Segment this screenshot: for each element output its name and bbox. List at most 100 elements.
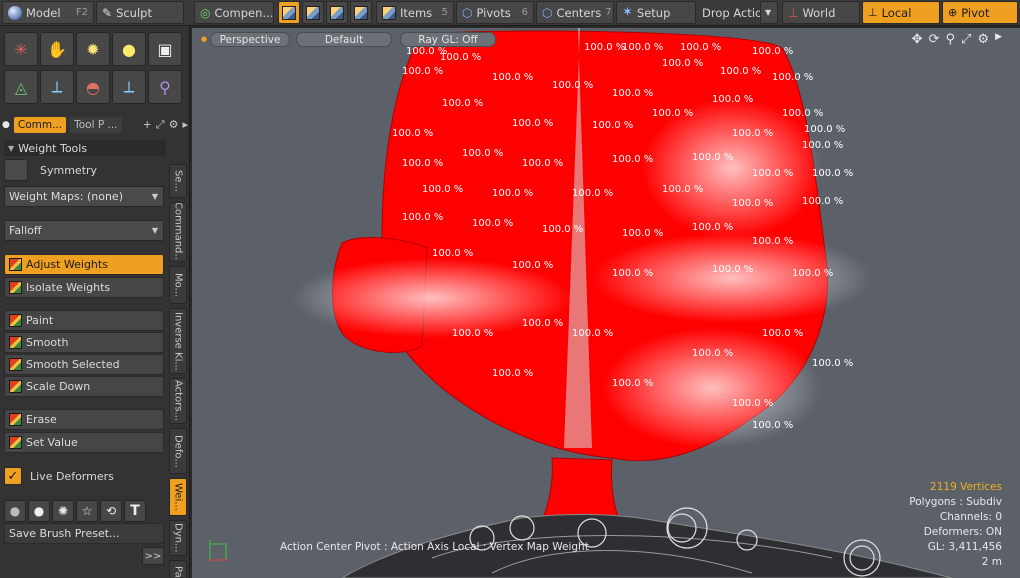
edge-select-button[interactable] xyxy=(302,1,324,24)
gear-icon[interactable]: ⚙ xyxy=(169,118,179,132)
shading-default-button[interactable]: Default xyxy=(296,32,392,47)
procedural-brush-button[interactable]: ⟲ xyxy=(100,500,122,522)
tab-tool-properties[interactable]: Tool P ... xyxy=(70,117,122,133)
weight-value-label: 100.0 % xyxy=(402,212,444,223)
centers-label: Centers xyxy=(556,5,602,20)
star-brush-button[interactable]: ☆ xyxy=(76,500,98,522)
tab-commands[interactable]: Comm... xyxy=(13,117,67,133)
skeleton-tool-button[interactable]: ⟂ xyxy=(112,70,146,104)
soft-brush-icon: ● xyxy=(9,504,21,518)
erase-button[interactable]: Erase xyxy=(4,409,164,430)
items-mode-button[interactable]: Items 5 xyxy=(376,1,454,24)
pan-icon[interactable]: ✥ xyxy=(912,32,923,47)
vertical-tab-7[interactable]: Wei... xyxy=(169,478,187,516)
maximize-icon[interactable]: ⤢ xyxy=(961,32,971,47)
chevron-right-icon[interactable]: ▸ xyxy=(182,118,188,132)
centers-mode-button[interactable]: ⬡ Centers 7 xyxy=(536,1,614,24)
vertical-tab-1[interactable]: Se... xyxy=(169,164,187,198)
drop-action-dropdown[interactable]: ▼ xyxy=(760,1,778,24)
raygl-button[interactable]: Ray GL: Off xyxy=(400,32,496,47)
brush-icon: ✎ xyxy=(102,5,113,20)
falloff-dropdown[interactable]: Falloff ▼ xyxy=(4,220,164,241)
vertical-tab-6[interactable]: Defo... xyxy=(169,428,187,474)
vertical-tab-2[interactable]: Command... xyxy=(169,202,187,262)
soft-select-button[interactable]: ◓ xyxy=(76,70,110,104)
save-brush-preset-button[interactable]: Save Brush Preset... xyxy=(4,523,164,544)
weight-tool-icon xyxy=(9,358,22,371)
smooth-selected-label: Smooth Selected xyxy=(26,358,120,371)
deformer-status: Deformers: ON xyxy=(923,526,1002,538)
vertical-tab-4[interactable]: Inverse Ki... xyxy=(169,308,187,374)
weight-maps-dropdown[interactable]: Weight Maps: (none) ▼ xyxy=(4,186,164,207)
sculpt-tab[interactable]: ✎ Sculpt xyxy=(96,1,184,24)
expand-panel-button[interactable]: >> xyxy=(142,547,164,565)
live-deformers-checkbox[interactable]: ✓ xyxy=(4,467,22,485)
symmetry-toggle[interactable] xyxy=(4,159,28,181)
weight-cluster-top xyxy=(642,98,822,238)
camera-button[interactable]: ▣ xyxy=(148,32,182,66)
weight-value-label: 100.0 % xyxy=(692,152,734,163)
element-move-button[interactable]: ✋ xyxy=(40,32,74,66)
vertical-tab-3[interactable]: Mo... xyxy=(169,266,187,304)
weight-value-label: 100.0 % xyxy=(422,184,464,195)
paint-button[interactable]: Paint xyxy=(4,310,164,331)
world-label: World xyxy=(802,5,836,20)
chevron-right-icon[interactable]: ▶ xyxy=(995,32,1002,47)
smooth-selected-button[interactable]: Smooth Selected xyxy=(4,354,164,375)
pivots-mode-button[interactable]: ⬡ Pivots 6 xyxy=(456,1,534,24)
rotate-icon[interactable]: ⟳ xyxy=(929,32,940,47)
joint-tool-button[interactable]: ◬ xyxy=(4,70,38,104)
perspective-button[interactable]: Perspective xyxy=(210,32,290,47)
action-center-status: Action Center Pivot : Action Axis Local … xyxy=(280,541,589,553)
adjust-weights-button[interactable]: Adjust Weights xyxy=(4,254,164,275)
weight-value-label: 100.0 % xyxy=(472,218,514,229)
material-select-button[interactable] xyxy=(350,1,372,24)
soft-brush-button[interactable]: ● xyxy=(4,500,26,522)
spray-brush-button[interactable]: ✺ xyxy=(52,500,74,522)
add-tab-icon[interactable]: + xyxy=(143,118,152,132)
model-icon xyxy=(8,5,22,20)
weight-node-button[interactable]: ⚲ xyxy=(148,70,182,104)
smooth-button[interactable]: Smooth xyxy=(4,332,164,353)
model-tab[interactable]: Model F2 xyxy=(2,1,94,24)
vertical-tab-5[interactable]: Actors... xyxy=(169,378,187,424)
vertex-select-button[interactable] xyxy=(278,1,300,24)
live-deformers-label: Live Deformers xyxy=(30,469,114,483)
viewport-menu-dot-icon[interactable]: ● xyxy=(201,35,207,43)
viewport-canvas[interactable] xyxy=(192,28,1020,578)
vertical-tab-label: Se... xyxy=(172,169,184,193)
zoom-icon[interactable]: ⚲ xyxy=(945,32,955,47)
3d-viewport[interactable]: 100.0 % 100.0 % 100.0 % 100.0 % 100.0 % 100.0… xyxy=(192,28,1020,578)
items-icon xyxy=(382,5,396,20)
text-brush-button[interactable]: T xyxy=(124,500,146,522)
viewport-settings-gear-icon[interactable]: ⚙ xyxy=(977,32,989,47)
hard-brush-button[interactable]: ● xyxy=(28,500,50,522)
scale-down-button[interactable]: Scale Down xyxy=(4,376,164,397)
point-light-button[interactable]: ● xyxy=(112,32,146,66)
vertical-tab-9[interactable]: Par... xyxy=(169,560,187,578)
isolate-weights-button[interactable]: Isolate Weights xyxy=(4,277,164,298)
world-button[interactable]: ⊥ World xyxy=(782,1,860,24)
expand-icon[interactable]: ⤢ xyxy=(156,118,165,132)
bone-tool-button[interactable]: ⟂ xyxy=(40,70,74,104)
spot-light-button[interactable]: ✹ xyxy=(76,32,110,66)
weight-tool-icon xyxy=(9,413,22,426)
adjust-weights-label: Adjust Weights xyxy=(26,258,108,271)
camera-icon: ▣ xyxy=(157,39,173,59)
viewport-nav-icons: ✥ ⟳ ⚲ ⤢ ⚙ ▶ xyxy=(912,32,1002,47)
compensation-button[interactable]: ◎ Compen... xyxy=(194,1,274,24)
pivot-button[interactable]: ⊕ Pivot xyxy=(942,1,1018,24)
polygon-select-button[interactable] xyxy=(326,1,348,24)
scale-down-label: Scale Down xyxy=(26,380,91,393)
local-button[interactable]: ⊥ Local xyxy=(862,1,940,24)
vertical-tab-8[interactable]: Dyn... xyxy=(169,520,187,556)
set-value-button[interactable]: Set Value xyxy=(4,432,164,453)
transform-tool-button[interactable]: ✳ xyxy=(4,32,38,66)
weight-tools-header[interactable]: ▼ Weight Tools xyxy=(4,140,166,156)
hand-icon: ✋ xyxy=(47,39,67,59)
chevron-down-icon: ▼ xyxy=(151,226,158,235)
setup-mode-button[interactable]: ✶ Setup xyxy=(616,1,696,24)
weight-value-label: 100.0 % xyxy=(432,248,474,259)
weight-value-label: 100.0 % xyxy=(712,94,754,105)
compensation-icon: ◎ xyxy=(200,5,211,20)
